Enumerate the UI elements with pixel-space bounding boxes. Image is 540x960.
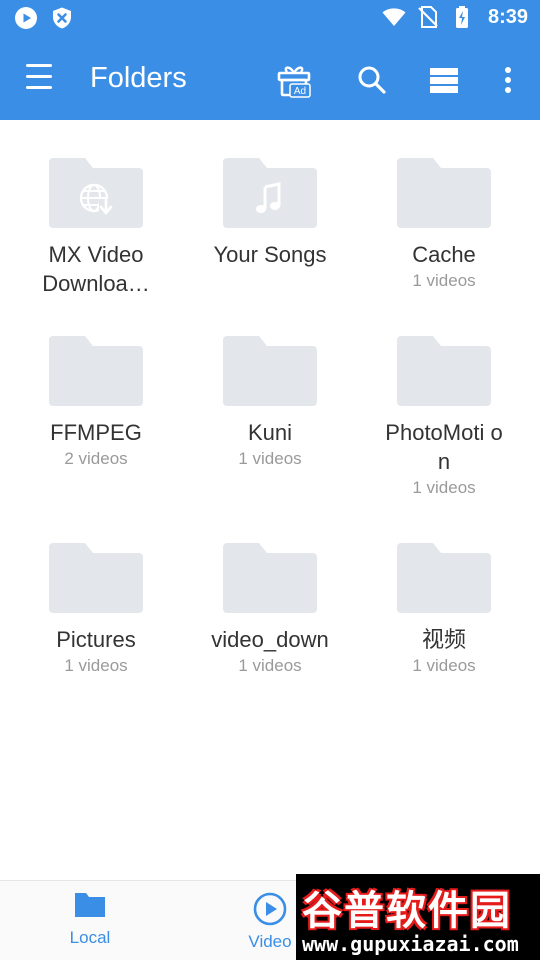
folder-your-songs[interactable]: Your Songs [183,156,357,269]
folder-icon [49,543,143,613]
folder-name: 视频 [421,627,466,652]
view-mode-button[interactable] [422,58,466,102]
folder-icon [397,543,491,613]
folder-icon [223,543,317,613]
nav-label: Local [69,928,111,947]
folder-pictures[interactable]: Pictures 1 videos [9,541,183,676]
folder-name: FFMPEG [50,420,142,445]
status-bar: 8:39 [0,0,540,38]
folder-name: Your Songs [213,242,327,267]
folder-name: video_down [211,627,329,652]
gift-ad-icon: Ad [277,66,311,98]
folder-icon [397,158,491,228]
watermark: 谷普软件园 www.gupuxiazai.com [296,874,540,960]
page-title: Folders [90,62,187,94]
folder-icon [75,893,105,917]
status-time: 8:39 [487,5,528,28]
folder-video-down[interactable]: video_down 1 videos [183,541,357,676]
folder-count: 1 videos [238,656,302,675]
folder-count: 1 videos [412,271,476,290]
folder-name: PhotoMoti on [385,420,503,474]
folder-count: 1 videos [412,478,476,497]
folder-count: 1 videos [238,449,302,468]
folder-icon [397,336,491,406]
search-icon [358,66,386,94]
folder-mx-video-downloader[interactable]: MX Video Downloa… [9,156,183,298]
gift-ad-button[interactable]: Ad [272,58,316,102]
folder-name: MX Video Downloa… [42,242,150,296]
folder-ffmpeg[interactable]: FFMPEG 2 videos [9,334,183,469]
watermark-url: www.gupuxiazai.com [302,932,519,956]
menu-button[interactable] [26,64,58,94]
more-options-button[interactable] [486,58,530,102]
folder-icon [223,158,317,228]
nav-local[interactable]: Local [30,891,150,948]
wifi-icon [382,8,406,26]
app-bar: Folders Ad [0,38,540,120]
no-sim-icon [418,6,438,28]
folder-count: 2 videos [64,449,128,468]
more-vert-icon [505,67,511,93]
gift-ad-badge: Ad [294,86,306,97]
folder-icon [49,336,143,406]
folder-kuni[interactable]: Kuni 1 videos [183,334,357,469]
folder-photomotion[interactable]: PhotoMoti on 1 videos [357,334,531,498]
folder-count: 1 videos [412,656,476,675]
watermark-title: 谷普软件园 [302,888,512,934]
play-circle-icon [253,892,287,926]
folder-icon [49,158,143,228]
folder-shipin[interactable]: 视频 1 videos [357,541,531,676]
play-notification-icon [15,7,37,29]
folder-count: 1 videos [64,656,128,675]
folder-cache[interactable]: Cache 1 videos [357,156,531,291]
battery-charging-icon [455,6,468,28]
folder-name: Pictures [56,627,136,652]
search-button[interactable] [350,58,394,102]
shield-notification-icon [53,7,71,29]
folder-name: Cache [412,242,476,267]
view-mode-icon [430,68,458,93]
hamburger-icon [26,64,58,89]
folder-name: Kuni [247,420,293,445]
folder-icon [223,336,317,406]
